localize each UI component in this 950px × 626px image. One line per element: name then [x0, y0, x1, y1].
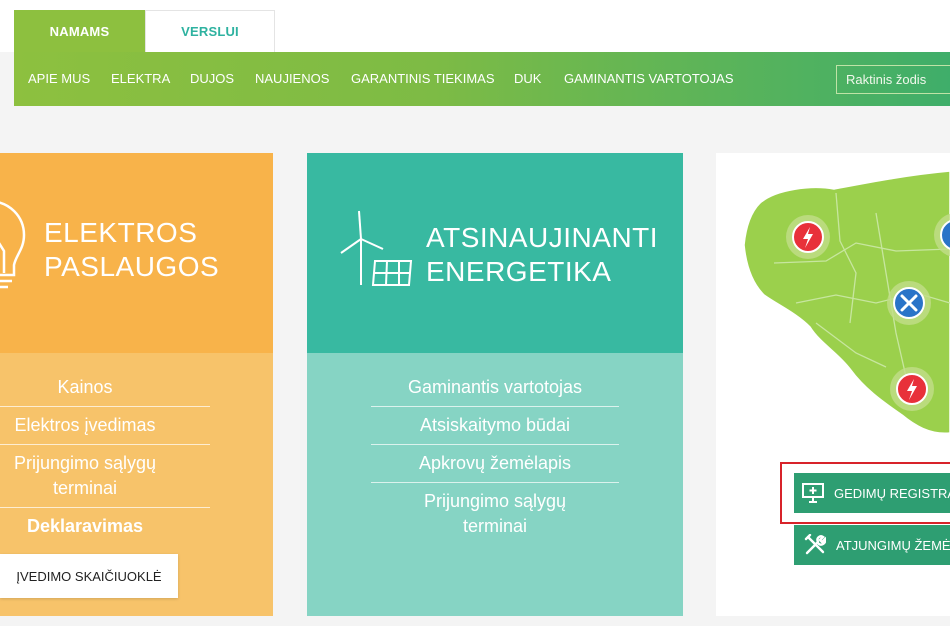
link-apkrovu-zemelapis[interactable]: Apkrovų žemėlapis	[307, 445, 683, 482]
link-elektros-ivedimas[interactable]: Elektros įvedimas	[0, 407, 170, 444]
nav-item-naujienos[interactable]: NAUJIENOS	[255, 71, 329, 86]
light-bulb-icon	[0, 201, 26, 289]
wind-turbine-solar-icon	[340, 210, 413, 286]
link-deklaravimas[interactable]: Deklaravimas	[0, 508, 170, 545]
outage-map-button[interactable]: ATJUNGIMŲ ŽEMĖLAPIS	[794, 525, 950, 565]
renewable-energy-card: ATSINAUJINANTI ENERGETIKA Gaminantis var…	[307, 153, 683, 616]
fault-registration-label: GEDIMŲ REGISTRACIJA	[834, 485, 950, 501]
tab-namams[interactable]: NAMAMS	[14, 10, 145, 52]
search-input[interactable]: Raktinis žodis	[836, 65, 950, 94]
tab-verslui[interactable]: VERSLUI	[145, 10, 275, 52]
link-kainos[interactable]: Kainos	[0, 369, 170, 406]
nav-item-apie-mus[interactable]: APIE MUS	[28, 71, 90, 86]
renewable-title: ATSINAUJINANTI ENERGETIKA	[426, 222, 659, 287]
lithuania-map[interactable]	[716, 153, 950, 453]
nav-item-elektra[interactable]: ELEKTRA	[111, 71, 170, 86]
main-navigation: APIE MUS ELEKTRA DUJOS NAUJIENOS GARANTI…	[14, 52, 950, 106]
fault-registration-button[interactable]: GEDIMŲ REGISTRACIJA	[794, 473, 950, 513]
electricity-title: ELEKTROS PASLAUGOS	[44, 217, 220, 282]
nav-item-garantinis-tiekimas[interactable]: GARANTINIS TIEKIMAS	[351, 71, 495, 86]
calculator-button[interactable]: ĮVEDIMO SKAIČIUOKLĖ	[0, 554, 178, 598]
map-card: GEDIMŲ REGISTRACIJA ATJUNGIMŲ ŽEMĖLAPIS	[716, 153, 950, 616]
link-prijungimo-salygu-terminai-renewable[interactable]: Prijungimo sąlygų terminai	[400, 483, 590, 545]
link-gaminantis-vartotojas[interactable]: Gaminantis vartotojas	[307, 369, 683, 406]
electricity-services-card: ELEKTROS PASLAUGOS Kainos Elektros įvedi…	[0, 153, 273, 616]
link-prijungimo-salygu-terminai[interactable]: Prijungimo sąlygų terminai	[0, 445, 170, 507]
electricity-links: Kainos Elektros įvedimas Prijungimo sąly…	[0, 369, 273, 545]
nav-item-duk[interactable]: DUK	[514, 71, 541, 86]
electricity-services-header[interactable]: ELEKTROS PASLAUGOS	[0, 153, 273, 353]
nav-item-dujos[interactable]: DUJOS	[190, 71, 234, 86]
outage-map-label: ATJUNGIMŲ ŽEMĖLAPIS	[836, 537, 950, 553]
nav-item-gaminantis-vartotojas[interactable]: GAMINANTIS VARTOTOJAS	[564, 71, 734, 86]
monitor-plus-icon	[802, 483, 824, 503]
link-atsiskaitymo-budai[interactable]: Atsiskaitymo būdai	[307, 407, 683, 444]
tools-icon	[804, 534, 826, 556]
renewable-energy-header[interactable]: ATSINAUJINANTI ENERGETIKA	[307, 153, 683, 353]
renewable-links: Gaminantis vartotojas Atsiskaitymo būdai…	[307, 369, 683, 545]
